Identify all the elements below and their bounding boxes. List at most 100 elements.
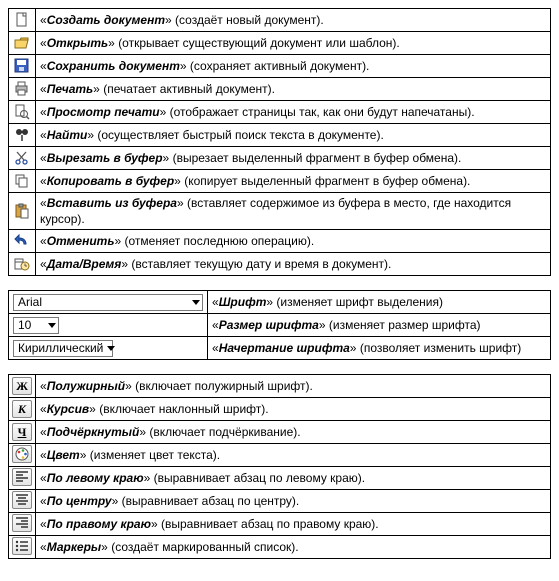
italic-icon: К [12, 400, 32, 418]
term-text: Просмотр печати [47, 105, 160, 119]
term-text: Шрифт [219, 295, 267, 309]
quote-open: « [40, 540, 47, 554]
term-text: Создать документ [47, 13, 165, 27]
quote-open: « [212, 295, 219, 309]
description-cell: «Вставить из буфера» (вставляет содержим… [36, 193, 551, 230]
description-cell: «Найти» (осуществляет быстрый поиск текс… [36, 124, 551, 147]
quote-close: » [114, 234, 121, 248]
description-text: (сохраняет активный документ). [190, 59, 369, 73]
description-cell: «Начертание шрифта» (позволяет изменить … [208, 337, 551, 360]
chevron-down-icon [192, 300, 200, 305]
table-row: «Маркеры» (создаёт маркированный список)… [9, 536, 551, 559]
chevron-down-icon [48, 323, 56, 328]
table-row: «По центру» (выравнивает абзац по центру… [9, 490, 551, 513]
table-row: «Вырезать в буфер» (вырезает выделенный … [9, 147, 551, 170]
description-cell: «Шрифт» (изменяет шрифт выделения) [208, 291, 551, 314]
description-cell: «Открыть» (открывает существующий докуме… [36, 32, 551, 55]
icon-cell: К [9, 398, 36, 421]
table-row: «Копировать в буфер» (копирует выделенны… [9, 170, 551, 193]
quote-open: « [212, 341, 219, 355]
description-cell: «По левому краю» (выравнивает абзац по л… [36, 467, 551, 490]
description-cell: «Цвет» (изменяет цвет текста). [36, 444, 551, 467]
icon-cell [9, 513, 36, 536]
quote-close: » [165, 13, 172, 27]
description-text: (включает подчёркивание). [149, 425, 300, 439]
term-text: Цвет [47, 448, 80, 462]
quote-open: « [40, 128, 47, 142]
table-row: «Вставить из буфера» (вставляет содержим… [9, 193, 551, 230]
quote-close: » [266, 295, 273, 309]
term-text: Вставить из буфера [47, 196, 177, 210]
table-row: Arial «Шрифт» (изменяет шрифт выделения) [9, 291, 551, 314]
quote-open: « [40, 425, 47, 439]
table-row: К«Курсив» (включает наклонный шрифт). [9, 398, 551, 421]
quote-open: « [40, 59, 47, 73]
quote-close: » [93, 82, 100, 96]
description-text: (выравнивает абзац по правому краю). [161, 517, 379, 531]
control-cell: Arial [9, 291, 208, 314]
quote-close: » [80, 448, 87, 462]
paste-icon [14, 204, 30, 218]
icon-cell [9, 101, 36, 124]
table-row: «По левому краю» (выравнивает абзац по л… [9, 467, 551, 490]
description-cell: «По правому краю» (выравнивает абзац по … [36, 513, 551, 536]
dropdown-value: Arial [18, 294, 188, 310]
description-text: (отображает страницы так, как они будут … [170, 105, 475, 119]
quote-open: « [40, 517, 47, 531]
term-text: Курсив [47, 402, 89, 416]
script-dropdown[interactable]: Кириллический [13, 340, 113, 357]
font-controls-table: Arial «Шрифт» (изменяет шрифт выделения) 1… [8, 290, 551, 360]
quote-open: « [40, 234, 47, 248]
table-row: «Сохранить документ» (сохраняет активный… [9, 55, 551, 78]
icon-cell [9, 490, 36, 513]
quote-close: » [151, 517, 158, 531]
description-text: (включает полужирный шрифт). [135, 379, 313, 393]
description-cell: «Создать документ» (создаёт новый докуме… [36, 9, 551, 32]
icon-cell [9, 32, 36, 55]
new-doc-icon [14, 13, 30, 27]
table-row: «Отменить» (отменяет последнюю операцию)… [9, 230, 551, 253]
quote-open: « [40, 82, 47, 96]
font-dropdown[interactable]: Arial [13, 294, 203, 311]
quote-close: » [139, 425, 146, 439]
description-cell: «Подчёркнутый» (включает подчёркивание). [36, 421, 551, 444]
description-cell: «Сохранить документ» (сохраняет активный… [36, 55, 551, 78]
print-preview-icon [14, 105, 30, 119]
align-right-icon [12, 514, 32, 532]
term-text: Полужирный [47, 379, 125, 393]
description-cell: «Вырезать в буфер» (вырезает выделенный … [36, 147, 551, 170]
description-cell: «Курсив» (включает наклонный шрифт). [36, 398, 551, 421]
table-row: «По правому краю» (выравнивает абзац по … [9, 513, 551, 536]
table-row: 10«Размер шрифта» (изменяет размер шрифт… [9, 314, 551, 337]
term-text: Дата/Время [47, 257, 122, 271]
undo-icon [14, 234, 30, 248]
term-text: Найти [47, 128, 88, 142]
control-cell: 10 [9, 314, 208, 337]
icon-cell [9, 253, 36, 276]
quote-close: » [121, 257, 128, 271]
icon-cell [9, 124, 36, 147]
description-cell: «Полужирный» (включает полужирный шрифт)… [36, 375, 551, 398]
save-icon [14, 59, 30, 73]
quote-open: « [40, 105, 47, 119]
description-cell: «Отменить» (отменяет последнюю операцию)… [36, 230, 551, 253]
underline-icon: Ч [12, 423, 32, 441]
table-row: «Найти» (осуществляет быстрый поиск текс… [9, 124, 551, 147]
description-text: (копирует выделенный фрагмент в буфер об… [184, 174, 470, 188]
datetime-icon [14, 257, 30, 271]
quote-open: « [212, 318, 219, 332]
quote-open: « [40, 257, 47, 271]
size-dropdown[interactable]: 10 [13, 317, 59, 334]
description-text: (выравнивает абзац по левому краю). [154, 471, 365, 485]
description-text: (изменяет цвет текста). [90, 448, 220, 462]
term-text: Сохранить документ [47, 59, 180, 73]
quote-close: » [125, 379, 132, 393]
find-icon [14, 128, 30, 142]
quote-close: » [350, 341, 357, 355]
standard-toolbar-table: «Создать документ» (создаёт новый докуме… [8, 8, 551, 276]
description-cell: «Маркеры» (создаёт маркированный список)… [36, 536, 551, 559]
quote-open: « [40, 13, 47, 27]
cut-icon [14, 151, 30, 165]
table-row: «Создать документ» (создаёт новый докуме… [9, 9, 551, 32]
description-text: (включает наклонный шрифт). [99, 402, 268, 416]
